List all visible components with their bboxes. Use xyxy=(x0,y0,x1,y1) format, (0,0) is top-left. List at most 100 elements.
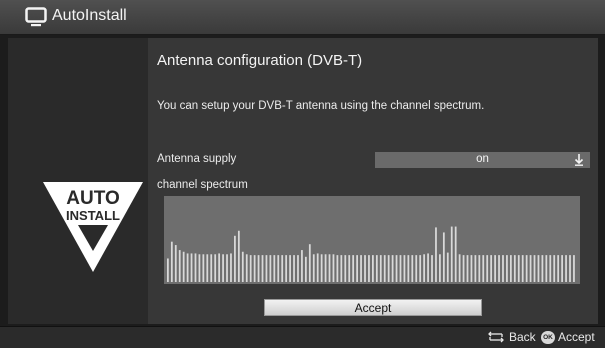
spectrum-bar xyxy=(336,255,339,282)
spectrum-bar xyxy=(277,255,280,282)
spectrum-bar xyxy=(466,255,469,282)
spectrum-bar xyxy=(214,254,217,282)
spectrum-bar xyxy=(446,252,449,282)
spectrum-bar xyxy=(257,255,260,282)
spectrum-bar xyxy=(178,250,181,282)
title-bar: AutoInstall xyxy=(0,0,605,35)
back-arrows-icon xyxy=(488,331,504,343)
spectrum-bar xyxy=(372,255,374,282)
spectrum-bar xyxy=(222,254,224,282)
footer-accept-label: Accept xyxy=(558,330,595,344)
spectrum-bar xyxy=(454,226,457,282)
spectrum-bar xyxy=(439,254,441,282)
spectrum-bar xyxy=(316,253,319,282)
spectrum-bar xyxy=(553,255,556,282)
spectrum-bar xyxy=(301,250,303,282)
spectrum-bar xyxy=(167,258,169,282)
spectrum-bar xyxy=(395,255,398,282)
spectrum-bar xyxy=(379,255,382,282)
spectrum-bar xyxy=(344,255,347,282)
spectrum-bar xyxy=(320,254,323,282)
spectrum-bar xyxy=(234,235,236,282)
spectrum-bar xyxy=(324,254,327,282)
footer-bar: Back OK Accept xyxy=(0,326,605,348)
logo-line-2: INSTALL xyxy=(66,208,120,223)
spectrum-bar xyxy=(186,253,189,282)
spectrum-bar xyxy=(368,255,370,282)
spectrum-bar xyxy=(230,253,232,282)
spectrum-bar xyxy=(494,255,496,282)
spectrum-bar xyxy=(174,245,177,282)
main-content: Antenna configuration (DVB-T) You can se… xyxy=(148,38,598,324)
spectrum-bar xyxy=(482,255,485,282)
spectrum-bar xyxy=(273,255,276,282)
spectrum-bar xyxy=(352,255,355,282)
side-panel: AUTO INSTALL xyxy=(8,38,148,324)
app-window: AutoInstall AUTO INSTALL Antenna configu… xyxy=(0,0,605,348)
spectrum-bar xyxy=(565,255,567,282)
spectrum-bar xyxy=(226,254,228,282)
spectrum-bar xyxy=(356,255,358,282)
app-title: AutoInstall xyxy=(52,7,127,24)
spectrum-bar xyxy=(332,254,335,282)
spectrum-bar xyxy=(293,255,295,282)
spectrum-bar xyxy=(304,256,307,282)
spectrum-bar xyxy=(513,255,516,282)
spectrum-bar xyxy=(403,255,406,282)
tv-icon xyxy=(25,7,47,27)
spectrum-bar xyxy=(170,241,173,282)
antenna-supply-select[interactable]: on xyxy=(375,152,590,168)
spectrum-bar xyxy=(545,255,548,282)
spectrum-bar xyxy=(431,255,433,282)
spectrum-bar xyxy=(470,255,473,282)
spectrum-bar xyxy=(182,251,185,282)
spectrum-bar xyxy=(391,255,394,282)
page-title: Antenna configuration (DVB-T) xyxy=(157,52,363,69)
spectrum-bar xyxy=(407,255,410,282)
auto-install-logo: AUTO INSTALL xyxy=(43,182,143,272)
spectrum-bar xyxy=(253,255,256,282)
spectrum-bar xyxy=(458,254,461,282)
accept-button[interactable]: Accept xyxy=(264,299,482,316)
spectrum-bar xyxy=(509,255,512,282)
spectrum-bar xyxy=(411,255,414,282)
antenna-supply-value: on xyxy=(476,153,489,165)
spectrum-bar xyxy=(289,255,291,282)
channel-spectrum-label: channel spectrum xyxy=(157,179,248,191)
spectrum-bar xyxy=(569,255,571,282)
spectrum-bar xyxy=(561,255,563,282)
spectrum-bar xyxy=(506,255,508,282)
spectrum-bar xyxy=(573,255,575,282)
spectrum-bar xyxy=(427,253,429,282)
spectrum-bar xyxy=(502,255,504,282)
spectrum-bar xyxy=(557,255,560,282)
spectrum-bar xyxy=(210,254,213,282)
spectrum-bar xyxy=(265,255,268,282)
spectrum-bar xyxy=(348,255,351,282)
spectrum-bar xyxy=(435,227,437,282)
spectrum-bar xyxy=(340,255,343,282)
spectrum-bar xyxy=(462,255,465,282)
spectrum-bar xyxy=(218,253,221,282)
spectrum-bar xyxy=(521,255,524,282)
spectrum-bar xyxy=(194,253,197,282)
spectrum-bar xyxy=(312,254,315,282)
ok-key-icon: OK xyxy=(541,331,555,344)
spectrum-bar xyxy=(478,255,481,282)
spectrum-bar xyxy=(245,254,248,282)
spectrum-bar xyxy=(474,255,477,282)
spectrum-bar xyxy=(498,255,500,282)
chevron-down-icon xyxy=(574,154,584,166)
spectrum-bar xyxy=(198,254,201,282)
spectrum-bar xyxy=(533,255,536,282)
page-description: You can setup your DVB-T antenna using t… xyxy=(157,100,485,112)
spectrum-bar xyxy=(383,255,386,282)
spectrum-bar xyxy=(423,254,426,282)
spectrum-bar xyxy=(541,255,544,282)
spectrum-bar xyxy=(269,255,272,282)
channel-spectrum-graph xyxy=(164,196,580,284)
spectrum-bar xyxy=(308,244,311,282)
spectrum-bar xyxy=(399,255,402,282)
spectrum-bar xyxy=(364,255,366,282)
spectrum-bar xyxy=(529,255,532,282)
